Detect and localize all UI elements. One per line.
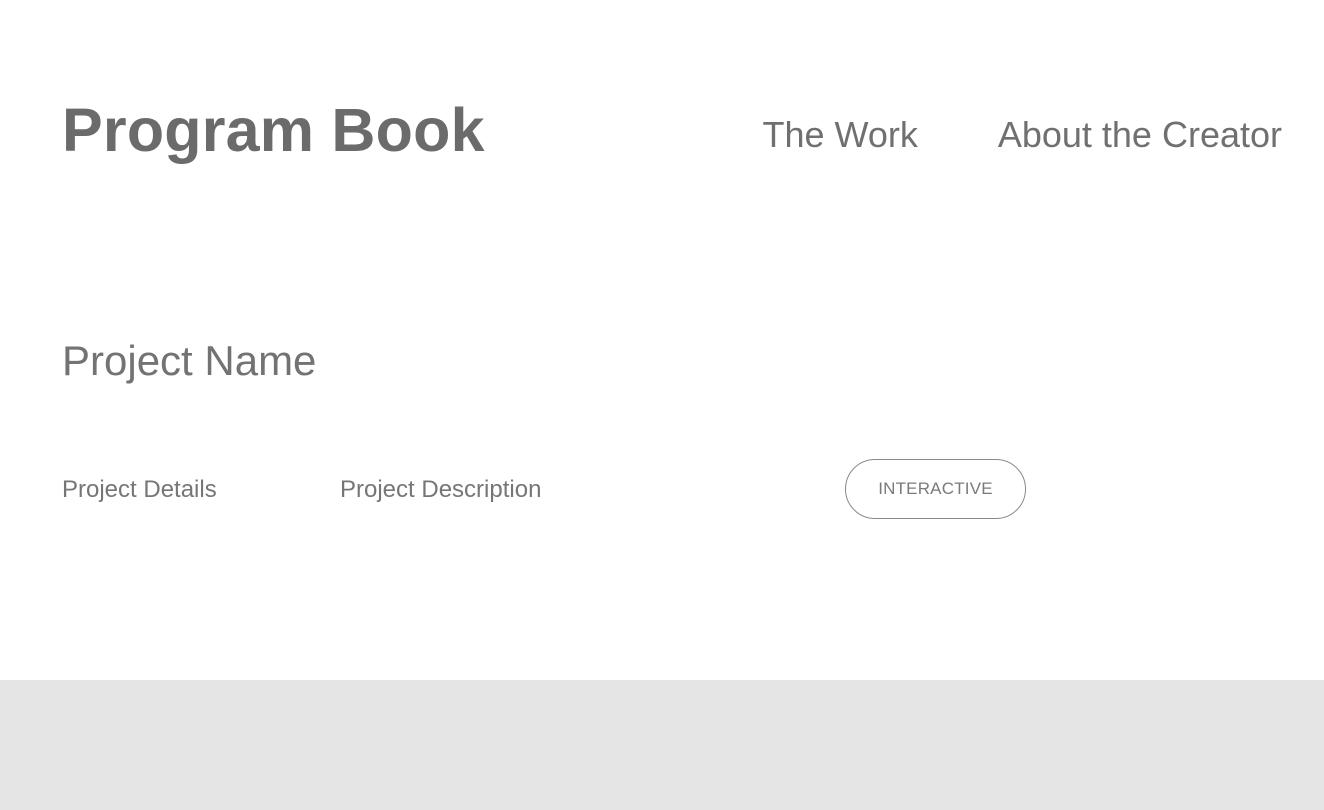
project-description: Project Description (340, 476, 542, 503)
nav-link-the-work[interactable]: The Work (762, 110, 917, 160)
main-nav: The Work About the Creator (762, 110, 1282, 160)
project-details: Project Details (62, 476, 217, 503)
nav-link-about-the-creator[interactable]: About the Creator (998, 110, 1282, 160)
footer-band (0, 680, 1324, 810)
site-title[interactable]: Program Book (62, 92, 485, 168)
interactive-tag-button[interactable]: INTERACTIVE (845, 459, 1026, 519)
project-name: Project Name (62, 337, 317, 384)
page: Program Book The Work About the Creator … (0, 0, 1324, 810)
